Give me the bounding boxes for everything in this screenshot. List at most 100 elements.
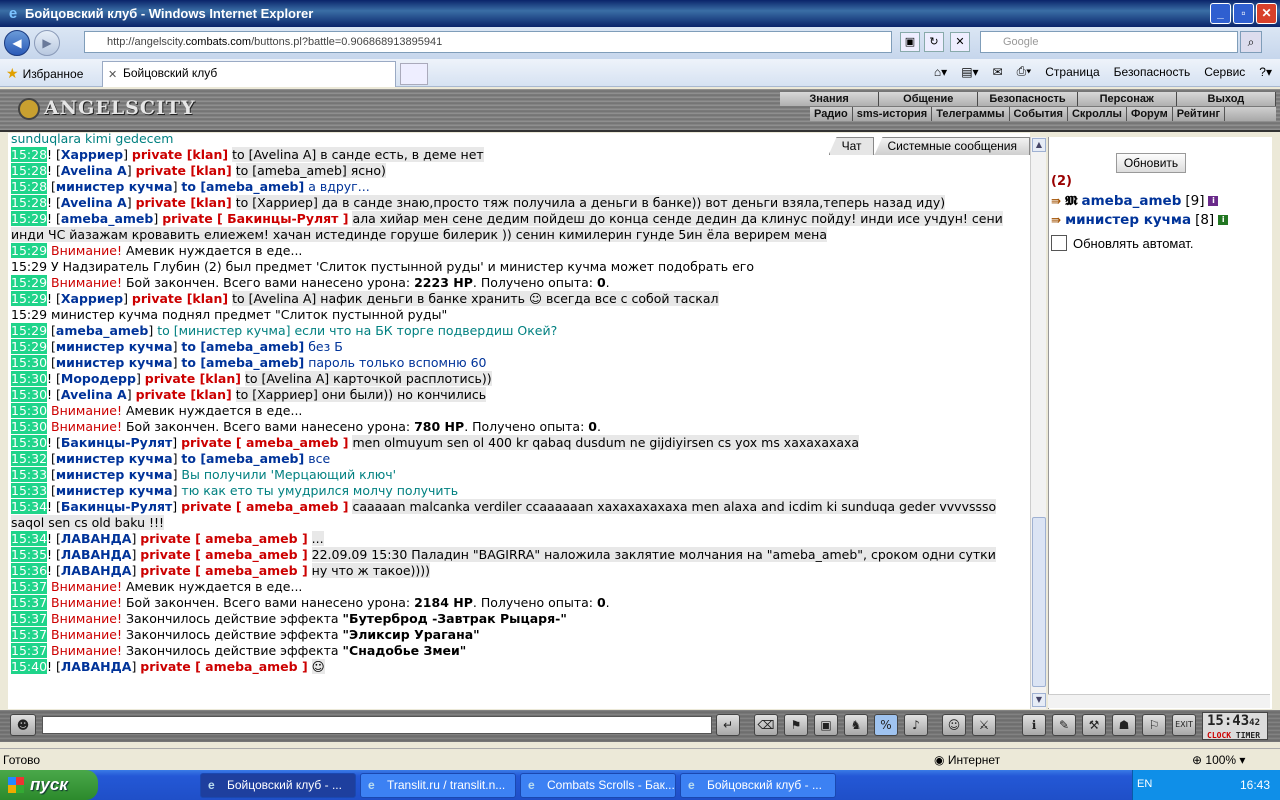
chat-time[interactable]: 15:29 <box>11 275 48 290</box>
url-input[interactable]: http://angelscity.combats.com/buttons.pl… <box>84 31 892 53</box>
scroll-thumb[interactable] <box>1032 517 1046 687</box>
chat-time[interactable]: 15:30 <box>11 355 48 370</box>
submenu-scrolls[interactable]: Скроллы <box>1068 107 1127 121</box>
chat-author[interactable]: Бакинцы-Рулят <box>61 435 172 450</box>
scroll-down-icon[interactable]: ▼ <box>1032 693 1046 707</box>
service-menu[interactable]: Сервис <box>1204 65 1245 79</box>
home-icon[interactable]: ⌂▾ <box>934 65 947 79</box>
submenu-events[interactable]: События <box>1010 107 1068 121</box>
task-fightclub-2[interactable]: e Бойцовский клуб - ... <box>680 773 836 798</box>
help-icon[interactable]: ?▾ <box>1259 65 1272 79</box>
chat-settings-icon[interactable]: ☻ <box>10 714 36 736</box>
tab-chat[interactable]: Чат <box>828 137 875 155</box>
private-arrow-icon[interactable]: ⇛ <box>1051 194 1061 208</box>
refresh-icon[interactable]: ↻ <box>924 32 944 52</box>
auto-refresh[interactable]: Обновлять автомат. <box>1051 235 1193 251</box>
chat-author[interactable]: ameba_ameb <box>56 323 148 338</box>
stop-icon[interactable]: ✕ <box>950 32 970 52</box>
chat-author[interactable]: Avelina A <box>61 387 127 402</box>
menu-item-character[interactable]: Персонаж <box>1077 92 1176 106</box>
favorites-button[interactable]: ★ Избранное <box>6 65 83 82</box>
chat-author[interactable]: ЛАВАНДА <box>61 547 132 562</box>
chat-time[interactable]: 15:30 <box>11 387 48 402</box>
chat-time[interactable]: 15:32 <box>11 451 48 466</box>
online-user[interactable]: ⇛ министер кучма [8] i <box>1051 212 1229 228</box>
submenu-sms[interactable]: sms-история <box>853 107 933 121</box>
search-icon[interactable]: ⌕ <box>1240 31 1262 53</box>
chat-time[interactable]: 15:29 <box>11 339 48 354</box>
chat-scrollbar[interactable]: ▲ ▼ <box>1030 137 1046 709</box>
save-icon[interactable]: ▣ <box>814 714 838 736</box>
chat-time[interactable]: 15:34 <box>11 531 48 546</box>
menu-item-exit[interactable]: Выход <box>1176 92 1276 106</box>
mail-icon[interactable]: ✉ <box>993 65 1003 79</box>
sound-icon[interactable]: ♪ <box>904 714 928 736</box>
task-translit[interactable]: e Translit.ru / translit.n... <box>360 773 516 798</box>
refresh-button[interactable]: Обновить <box>1116 153 1186 173</box>
chat-time[interactable]: 15:37 <box>11 627 48 642</box>
chat-time[interactable]: 15:28 <box>11 195 48 210</box>
chat-input[interactable] <box>42 716 712 734</box>
user-name[interactable]: ameba_ameb <box>1082 193 1182 209</box>
helmet-icon[interactable]: ⚔ <box>972 714 996 736</box>
search-input[interactable]: Google <box>980 31 1238 53</box>
chat-time[interactable]: 15:33 <box>11 467 48 482</box>
chat-author[interactable]: ЛАВАНДА <box>61 531 132 546</box>
chat-author[interactable]: ЛАВАНДА <box>61 563 132 578</box>
info-icon[interactable]: i <box>1208 196 1219 206</box>
chat-author[interactable]: министер кучма <box>56 179 173 194</box>
browser-tab[interactable]: ✕ Бойцовский клуб <box>102 61 396 87</box>
submenu-telegrams[interactable]: Телеграммы <box>932 107 1010 121</box>
page-menu[interactable]: Страница <box>1045 65 1099 79</box>
chat-author[interactable]: ameba_ameb <box>61 211 153 226</box>
online-user[interactable]: ⇛ 𝕸 ameba_ameb [9] i <box>1051 193 1219 209</box>
submenu-forum[interactable]: Форум <box>1127 107 1173 121</box>
group-icon[interactable]: ☗ <box>1112 714 1136 736</box>
auto-refresh-checkbox[interactable] <box>1051 235 1067 251</box>
back-button[interactable]: ◀ <box>4 30 30 56</box>
chat-time[interactable]: 15:36 <box>11 563 48 578</box>
chat-time[interactable]: 15:29 <box>11 259 47 274</box>
info-tool-icon[interactable]: ℹ <box>1022 714 1046 736</box>
submenu-rating[interactable]: Рейтинг <box>1173 107 1226 121</box>
fighter-icon[interactable]: ♞ <box>844 714 868 736</box>
task-combats-scrolls[interactable]: e Combats Scrolls - Бак... <box>520 773 676 798</box>
chat-author[interactable]: министер кучма <box>56 467 173 482</box>
send-icon[interactable]: ↵ <box>716 714 740 736</box>
chat-time[interactable]: 15:35 <box>11 547 48 562</box>
chat-author[interactable]: министер кучма <box>56 339 173 354</box>
chat-author[interactable]: министер кучма <box>56 355 173 370</box>
chat-author[interactable]: Avelina A <box>61 195 127 210</box>
menu-item-knowledge[interactable]: Знания <box>780 92 879 106</box>
private-arrow-icon[interactable]: ⇛ <box>1051 213 1061 227</box>
forward-button[interactable]: ▶ <box>34 30 60 56</box>
side-hscrollbar[interactable] <box>1048 694 1270 708</box>
user-name[interactable]: министер кучма <box>1065 212 1191 228</box>
maximize-button[interactable]: ▫ <box>1233 3 1254 24</box>
chat-time[interactable]: 15:29 <box>11 323 48 338</box>
chat-time[interactable]: 15:30 <box>11 371 48 386</box>
fight-icon[interactable]: ⚒ <box>1082 714 1106 736</box>
close-button[interactable]: ✕ <box>1256 3 1277 24</box>
chat-author[interactable]: Бакинцы-Рулят <box>61 499 172 514</box>
exit-icon[interactable]: EXIT <box>1172 714 1196 736</box>
scroll-tool-icon[interactable]: ✎ <box>1052 714 1076 736</box>
chat-time[interactable]: 15:29 <box>11 211 48 226</box>
chat-time[interactable]: 15:37 <box>11 579 48 594</box>
chat-author[interactable]: Avelina A <box>61 163 127 178</box>
smiles-icon[interactable]: ☺ <box>942 714 966 736</box>
menu-item-security[interactable]: Безопасность <box>978 92 1077 106</box>
chat-time[interactable]: 15:28 <box>11 147 48 162</box>
chat-author[interactable]: министер кучма <box>56 483 173 498</box>
translit-icon[interactable]: % <box>874 714 898 736</box>
chat-time[interactable]: 15:29 <box>11 307 47 322</box>
filter-icon[interactable]: ⚑ <box>784 714 808 736</box>
chat-author[interactable]: Мородерр <box>61 371 136 386</box>
chat-time[interactable]: 15:29 <box>11 291 48 306</box>
security-menu[interactable]: Безопасность <box>1114 65 1191 79</box>
chat-time[interactable]: 15:37 <box>11 643 48 658</box>
chat-time[interactable]: 15:37 <box>11 595 48 610</box>
language-indicator[interactable]: EN <box>1137 778 1152 790</box>
chat-author[interactable]: министер кучма <box>56 451 173 466</box>
tab-system-messages[interactable]: Системные сообщения <box>874 137 1030 155</box>
